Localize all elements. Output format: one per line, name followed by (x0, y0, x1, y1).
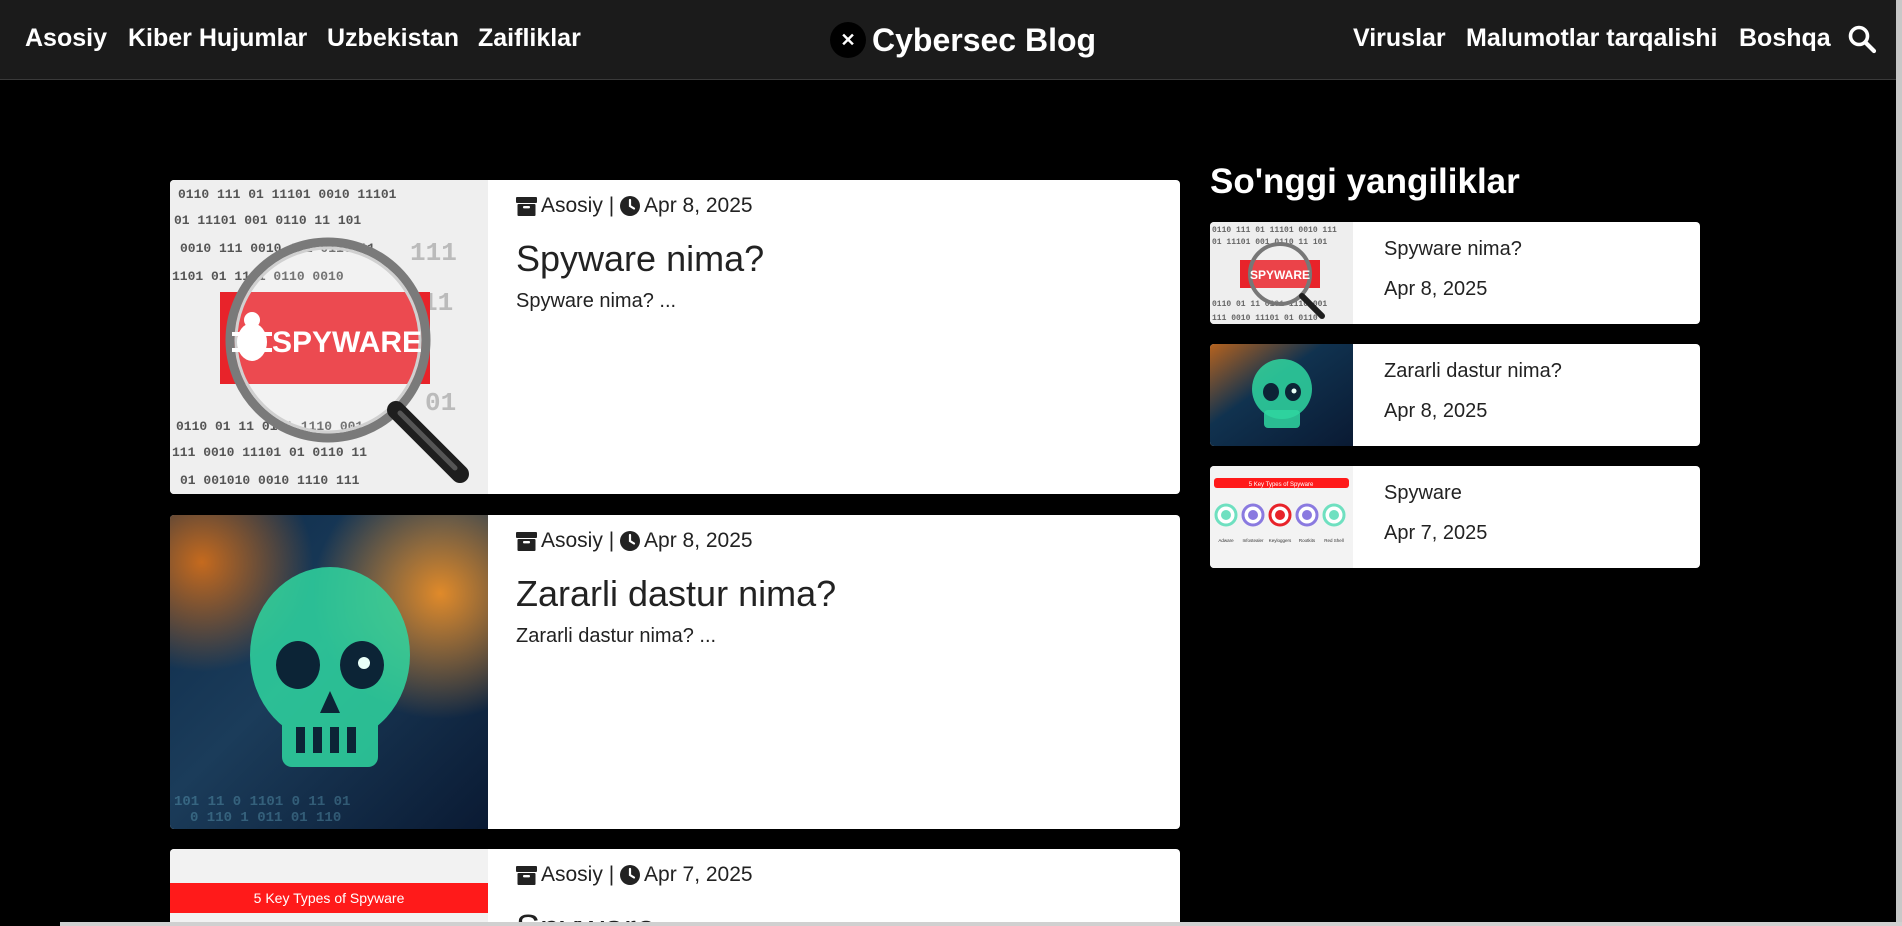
nav-link-kiber-hujumlar[interactable]: Kiber Hujumlar (128, 24, 307, 53)
post-card[interactable]: 101 11 0 1101 0 11 01 0 110 1 011 01 110… (170, 515, 1180, 829)
post-meta: Asosiy | Apr 8, 2025 (516, 529, 753, 553)
recent-post-thumbnail (1210, 344, 1353, 446)
thumbnail-text: SPYWARE (272, 326, 422, 359)
recent-post-date: Apr 7, 2025 (1384, 522, 1488, 544)
nav-link-malumotlar-tarqalishi[interactable]: Malumotlar tarqalishi (1466, 24, 1717, 53)
recent-post-thumbnail: 5 Key Types of Spyware Adware Infosteale… (1210, 466, 1353, 568)
archive-icon (516, 865, 537, 885)
sidebar-heading: So'nggi yangiliklar (1210, 162, 1520, 201)
archive-icon (516, 531, 537, 551)
brand-title: Cybersec Blog (872, 21, 1097, 58)
clock-icon (620, 531, 641, 551)
recent-post-date: Apr 8, 2025 (1384, 400, 1488, 422)
scrollbar-thumb[interactable] (1896, 0, 1902, 926)
post-excerpt: Spyware nima? ... (516, 290, 677, 312)
post-excerpt: Zararli dastur nima? ... (516, 625, 717, 647)
recent-post-date: Apr 8, 2025 (1384, 278, 1488, 300)
svg-text:111: 111 (410, 238, 457, 268)
post-thumbnail-malware[interactable]: 101 11 0 1101 0 11 01 0 110 1 011 01 110 (170, 515, 488, 829)
x-logo-icon: ✕ (830, 22, 866, 58)
post-category[interactable]: Asosiy (541, 863, 603, 887)
post-thumbnail-spyware[interactable]: 0110 111 01 11101 0010 11101 01 11101 00… (170, 180, 488, 494)
recent-post-thumbnail: 0110 111 01 11101 0010 111 01 11101 001 … (1210, 222, 1353, 324)
post-category[interactable]: Asosiy (541, 194, 603, 218)
meta-separator: | (608, 863, 615, 886)
clock-icon (620, 196, 641, 216)
post-date: Apr 8, 2025 (644, 194, 753, 217)
thumbnail-label: Adware (1218, 538, 1234, 543)
meta-separator: | (608, 529, 615, 552)
nav-link-asosiy[interactable]: Asosiy (25, 24, 107, 53)
svg-text:01 11101 001 0110 11 101: 01 11101 001 0110 11 101 (174, 213, 361, 228)
thumbnail-label: Keyloggers (1269, 538, 1292, 543)
post-meta: Asosiy | Apr 8, 2025 (516, 194, 753, 218)
recent-post-item[interactable]: 0110 111 01 11101 0010 111 01 11101 001 … (1210, 222, 1700, 324)
horizontal-scrollbar[interactable] (60, 922, 1902, 926)
thumbnail-label: Infostealer (1242, 538, 1264, 543)
nav-link-zaifliklar[interactable]: Zaifliklar (478, 24, 581, 53)
nav-link-uzbekistan[interactable]: Uzbekistan (327, 24, 459, 53)
recent-post-item[interactable]: 5 Key Types of Spyware Adware Infosteale… (1210, 466, 1700, 568)
thumbnail-text: SPYWARE (1250, 268, 1310, 282)
thumbnail-label: Rootkits (1299, 538, 1316, 543)
post-card[interactable]: 5 Key Types of Spyware Asosiy | Apr 7, 2… (170, 849, 1180, 926)
svg-text:101 11 0 1101 0 11 01: 101 11 0 1101 0 11 01 (174, 794, 350, 810)
svg-text:0 110 1 011 01 110: 0 110 1 011 01 110 (190, 810, 341, 826)
svg-text:0110 111 01 11101 0010 11101: 0110 111 01 11101 0010 11101 (178, 187, 397, 202)
post-category[interactable]: Asosiy (541, 529, 603, 553)
svg-text:0110 111 01 11101 0010 111: 0110 111 01 11101 0010 111 (1212, 226, 1337, 235)
recent-post-title[interactable]: Spyware (1384, 482, 1462, 505)
archive-icon (516, 196, 537, 216)
clock-icon (620, 865, 641, 885)
thumbnail-text: 5 Key Types of Spyware (1249, 482, 1314, 488)
meta-separator: | (608, 194, 615, 217)
thumbnail-label: Red Shell (1324, 538, 1344, 543)
post-date: Apr 8, 2025 (644, 529, 753, 552)
top-navbar: Asosiy Kiber Hujumlar Uzbekistan Zaiflik… (0, 0, 1902, 80)
search-button[interactable] (1847, 24, 1879, 56)
post-thumbnail-spyware-types[interactable]: 5 Key Types of Spyware (170, 849, 488, 926)
svg-text:01: 01 (425, 388, 456, 418)
post-date: Apr 7, 2025 (644, 863, 753, 886)
post-title[interactable]: Zararli dastur nima? (516, 573, 836, 615)
post-card[interactable]: 0110 111 01 11101 0010 11101 01 11101 00… (170, 180, 1180, 494)
recent-post-title[interactable]: Zararli dastur nima? (1384, 360, 1562, 383)
recent-post-item[interactable]: Zararli dastur nima? Apr 8, 2025 (1210, 344, 1700, 446)
search-icon (1848, 25, 1877, 54)
brand-link[interactable]: ✕ Cybersec Blog (830, 19, 1096, 61)
nav-link-viruslar[interactable]: Viruslar (1353, 24, 1446, 53)
nav-link-boshqa[interactable]: Boshqa (1739, 24, 1831, 53)
thumbnail-text: 5 Key Types of Spyware (254, 890, 405, 906)
post-meta: Asosiy | Apr 7, 2025 (516, 863, 753, 887)
svg-text:01 001010 0010 1110 111: 01 001010 0010 1110 111 (180, 473, 360, 488)
post-title[interactable]: Spyware nima? (516, 238, 764, 280)
recent-post-title[interactable]: Spyware nima? (1384, 238, 1522, 261)
scrollbar-track[interactable] (1896, 0, 1902, 926)
svg-text:111 0010 11101 01 0110 11: 111 0010 11101 01 0110 11 (172, 445, 367, 460)
svg-text:111 0010 11101 01 0110: 111 0010 11101 01 0110 (1212, 314, 1318, 323)
